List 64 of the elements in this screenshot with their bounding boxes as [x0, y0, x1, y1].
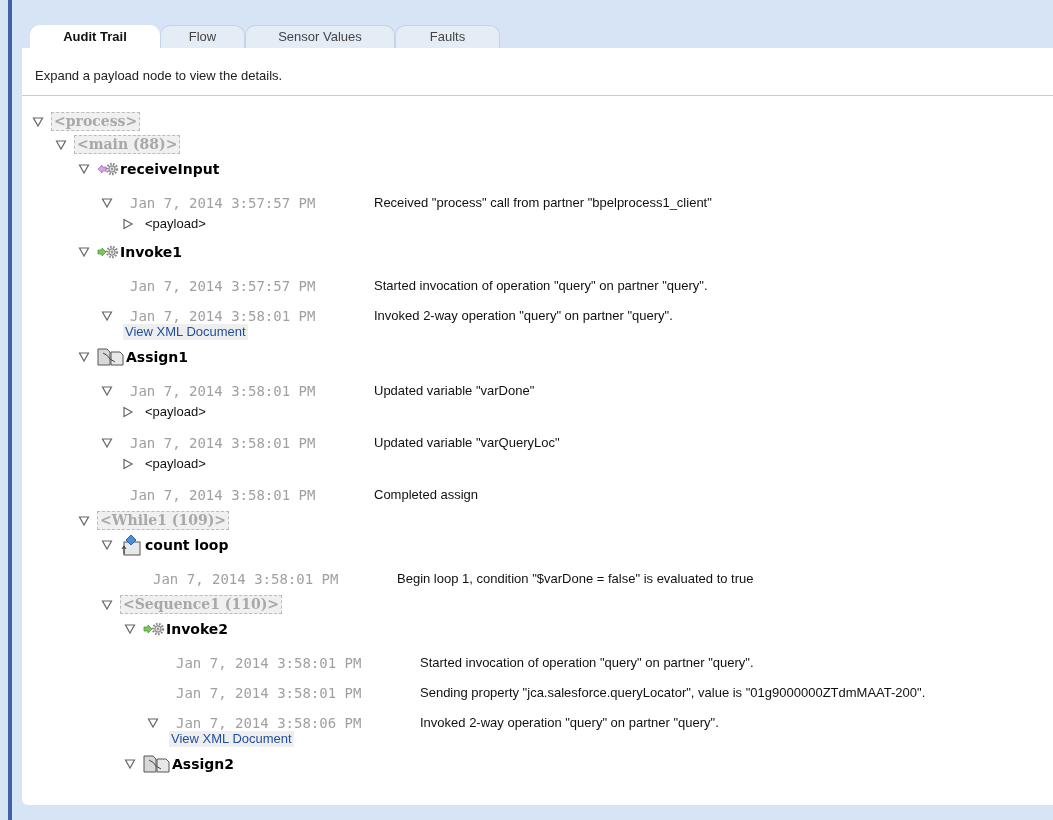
event-timestamp: Jan 7, 2014 3:58:01 PM — [130, 485, 317, 505]
collapse-triangle-icon[interactable] — [124, 758, 136, 770]
collapse-triangle-icon[interactable] — [78, 514, 90, 527]
activity-label: Invoke2 — [166, 619, 229, 639]
event-message: Received "process" call from partner "bpelprocess1_client" — [374, 194, 712, 213]
event-timestamp: Jan 7, 2014 3:58:01 PM — [176, 653, 363, 673]
invoke-gear-icon — [97, 245, 119, 259]
event-timestamp: Jan 7, 2014 3:58:01 PM — [130, 381, 317, 401]
collapse-triangle-icon[interactable] — [78, 163, 90, 175]
invoke-gear-icon — [143, 622, 165, 636]
collapse-triangle-icon[interactable] — [32, 115, 44, 128]
collapse-triangle-icon[interactable] — [124, 623, 136, 635]
activity-label: Assign2 — [172, 754, 235, 774]
payload-node[interactable]: <payload> — [145, 402, 206, 422]
payload-node[interactable]: <payload> — [145, 214, 206, 234]
event-message: Updated variable "varQueryLoc" — [374, 434, 560, 453]
event-message: Started invocation of operation "query" on partner "query". — [374, 277, 708, 296]
event-timestamp: Jan 7, 2014 3:58:06 PM — [176, 713, 363, 733]
tab[interactable]: Faults — [395, 25, 500, 48]
event-timestamp: Jan 7, 2014 3:58:01 PM — [176, 683, 363, 703]
event-message: Invoked 2-way operation "query" on partner "query". — [374, 307, 673, 326]
activity-label: receiveInput — [120, 159, 220, 179]
expand-triangle-icon[interactable] — [122, 218, 134, 230]
tab[interactable]: Flow — [160, 25, 245, 48]
collapse-triangle-icon[interactable] — [78, 351, 90, 363]
event-message: Completed assign — [374, 486, 479, 505]
collapse-triangle-icon[interactable] — [147, 717, 159, 729]
event-message: Begin loop 1, condition "$varDone = false" is evaluated to true — [397, 570, 754, 589]
receive-gear-icon — [97, 162, 119, 176]
event-message: Started invocation of operation "query" on partner "query". — [420, 654, 754, 673]
hint-text: Expand a payload node to view the details. — [34, 67, 284, 85]
event-message: Updated variable "varDone" — [374, 382, 535, 401]
event-timestamp: Jan 7, 2014 3:57:57 PM — [130, 276, 317, 296]
scope-label: <While1 (109)> — [97, 511, 229, 530]
event-timestamp: Jan 7, 2014 3:57:57 PM — [130, 193, 317, 213]
expand-triangle-icon[interactable] — [122, 458, 134, 470]
event-message: Invoked 2-way operation "query" on partner "query". — [420, 714, 719, 733]
collapse-triangle-icon[interactable] — [55, 138, 67, 151]
scope-label: <main (88)> — [74, 135, 181, 154]
collapse-triangle-icon[interactable] — [101, 539, 113, 551]
scope-label: <process> — [51, 112, 141, 131]
payload-node[interactable]: <payload> — [145, 454, 206, 474]
view-xml-link[interactable]: View XML Document — [169, 731, 294, 747]
event-timestamp: Jan 7, 2014 3:58:01 PM — [130, 433, 317, 453]
event-timestamp: Jan 7, 2014 3:58:01 PM — [130, 306, 317, 326]
event-timestamp: Jan 7, 2014 3:58:01 PM — [153, 569, 340, 589]
loop-box-icon — [120, 534, 142, 556]
tab[interactable]: Sensor Values — [245, 25, 395, 48]
tab[interactable]: Audit Trail — [30, 25, 160, 48]
collapse-triangle-icon[interactable] — [101, 385, 113, 397]
activity-label: count loop — [145, 535, 229, 555]
activity-label: Assign1 — [126, 347, 189, 367]
view-xml-link[interactable]: View XML Document — [123, 324, 248, 340]
collapse-triangle-icon[interactable] — [101, 598, 113, 611]
collapse-triangle-icon[interactable] — [101, 437, 113, 449]
scope-label: <Sequence1 (110)> — [120, 595, 283, 614]
documents-icon — [97, 348, 125, 366]
activity-label: Invoke1 — [120, 242, 183, 262]
documents-icon — [143, 755, 171, 773]
event-message: Sending property "jca.salesforce.queryLocator", value is "01g9000000ZTdmMAAT-200". — [420, 684, 926, 703]
expand-triangle-icon[interactable] — [122, 406, 134, 418]
collapse-triangle-icon[interactable] — [101, 197, 113, 209]
collapse-triangle-icon[interactable] — [101, 310, 113, 322]
collapse-triangle-icon[interactable] — [78, 246, 90, 258]
